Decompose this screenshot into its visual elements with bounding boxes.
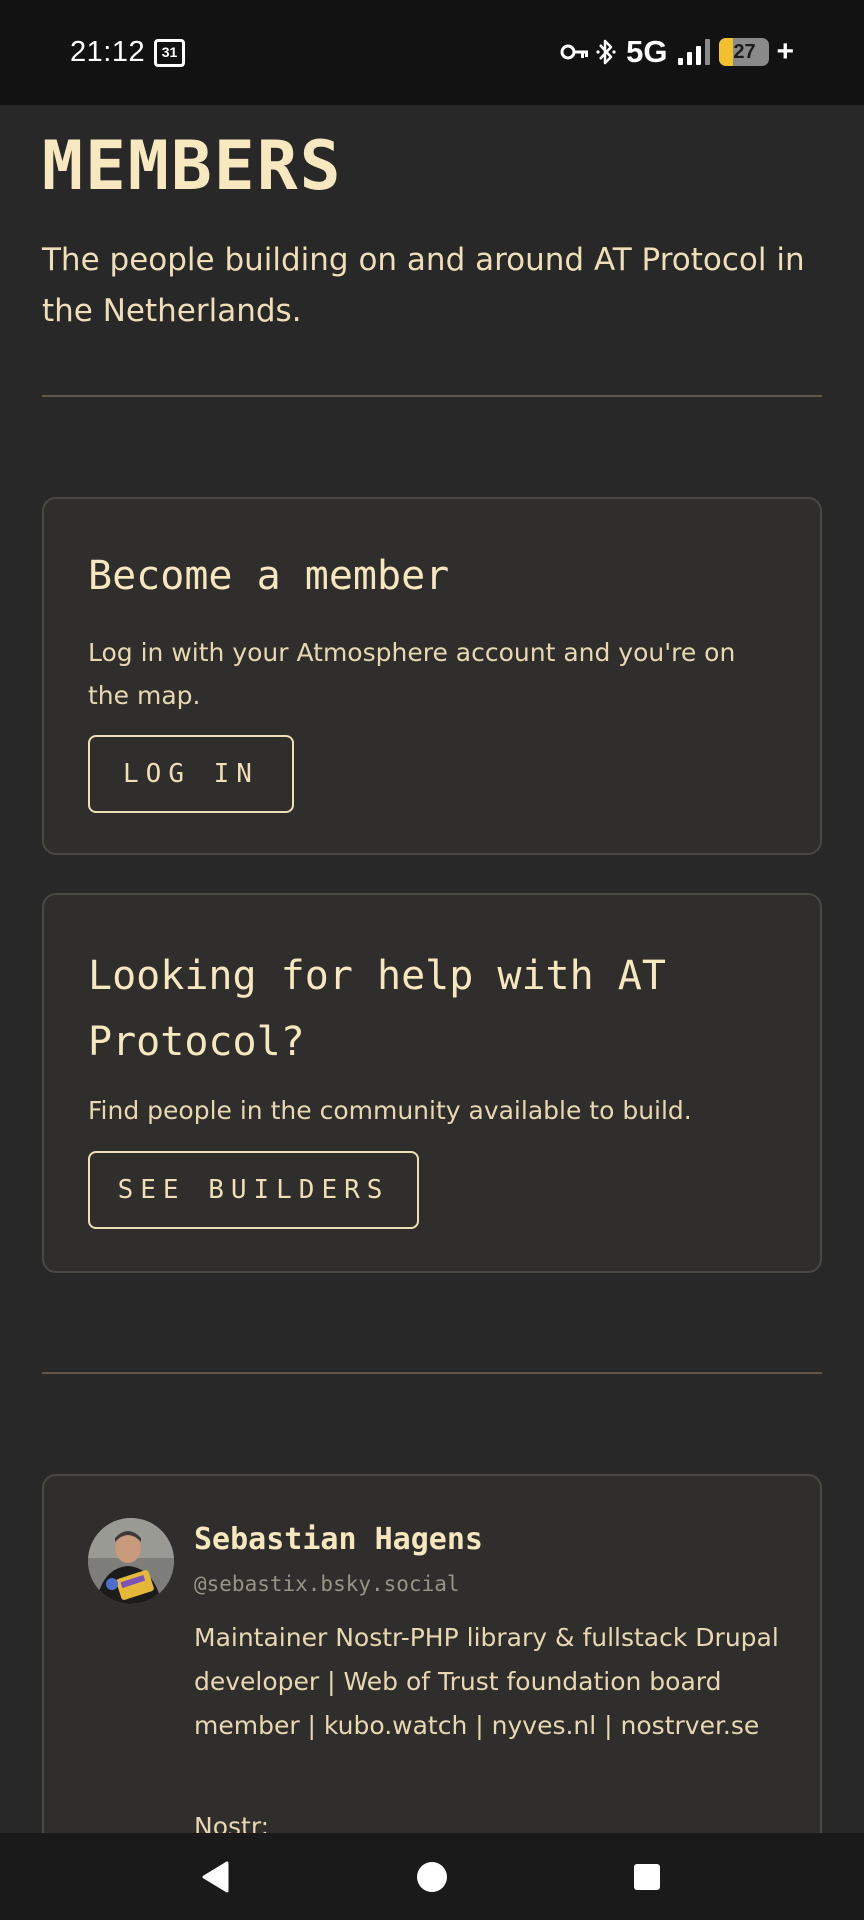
status-indicators: 5G 27 +: [560, 30, 794, 74]
help-card: Looking for help with AT Protocol? Find …: [42, 893, 822, 1273]
network-type: 5G: [626, 34, 668, 69]
battery-fill: [719, 38, 733, 66]
page-subtitle: The people building on and around AT Pro…: [42, 242, 805, 329]
help-text: Find people in the community available t…: [88, 1096, 692, 1125]
member-card[interactable]: Sebastian Hagens @sebastix.bsky.social M…: [42, 1474, 822, 1833]
back-triangle-icon: [202, 1861, 229, 1892]
page-title: MEMBERS: [42, 127, 343, 206]
become-member-card: Become a member Log in with your Atmosph…: [42, 497, 822, 855]
battery-icon: 27: [719, 38, 770, 66]
bluetooth-icon: [596, 39, 616, 65]
recents-button[interactable]: [587, 1833, 707, 1920]
home-circle-icon: [417, 1861, 447, 1892]
vpn-key-icon: [560, 44, 589, 60]
battery-level: 27: [733, 41, 756, 63]
help-heading: Looking for help with AT Protocol?: [88, 953, 666, 1065]
avatar[interactable]: [88, 1518, 174, 1604]
charging-indicator: +: [776, 35, 794, 68]
page-content[interactable]: MEMBERS The people building on and aroun…: [0, 105, 864, 1833]
calendar-icon: 31: [154, 39, 185, 67]
member-bio: Maintainer Nostr-PHP library & fullstack…: [194, 1623, 779, 1740]
signal-icon: [678, 39, 711, 65]
status-time: 21:12: [70, 36, 146, 68]
member-name[interactable]: Sebastian Hagens: [194, 1522, 483, 1557]
become-member-heading: Become a member: [88, 553, 450, 599]
login-button[interactable]: LOG IN: [88, 735, 294, 813]
see-builders-button[interactable]: SEE BUILDERS: [88, 1151, 419, 1229]
become-member-text: Log in with your Atmosphere account and …: [88, 638, 736, 710]
system-nav-bar: [0, 1833, 864, 1920]
divider: [42, 1372, 822, 1374]
member-handle[interactable]: @sebastix.bsky.social: [194, 1572, 460, 1596]
member-bio-extra: Nostr:: [194, 1812, 270, 1833]
divider: [42, 395, 822, 397]
status-bar: 21:12 31 5G 27 +: [0, 0, 864, 105]
back-button[interactable]: [156, 1833, 276, 1920]
avatar-image: [88, 1518, 174, 1604]
home-button[interactable]: [372, 1833, 492, 1920]
recents-square-icon: [634, 1863, 660, 1890]
